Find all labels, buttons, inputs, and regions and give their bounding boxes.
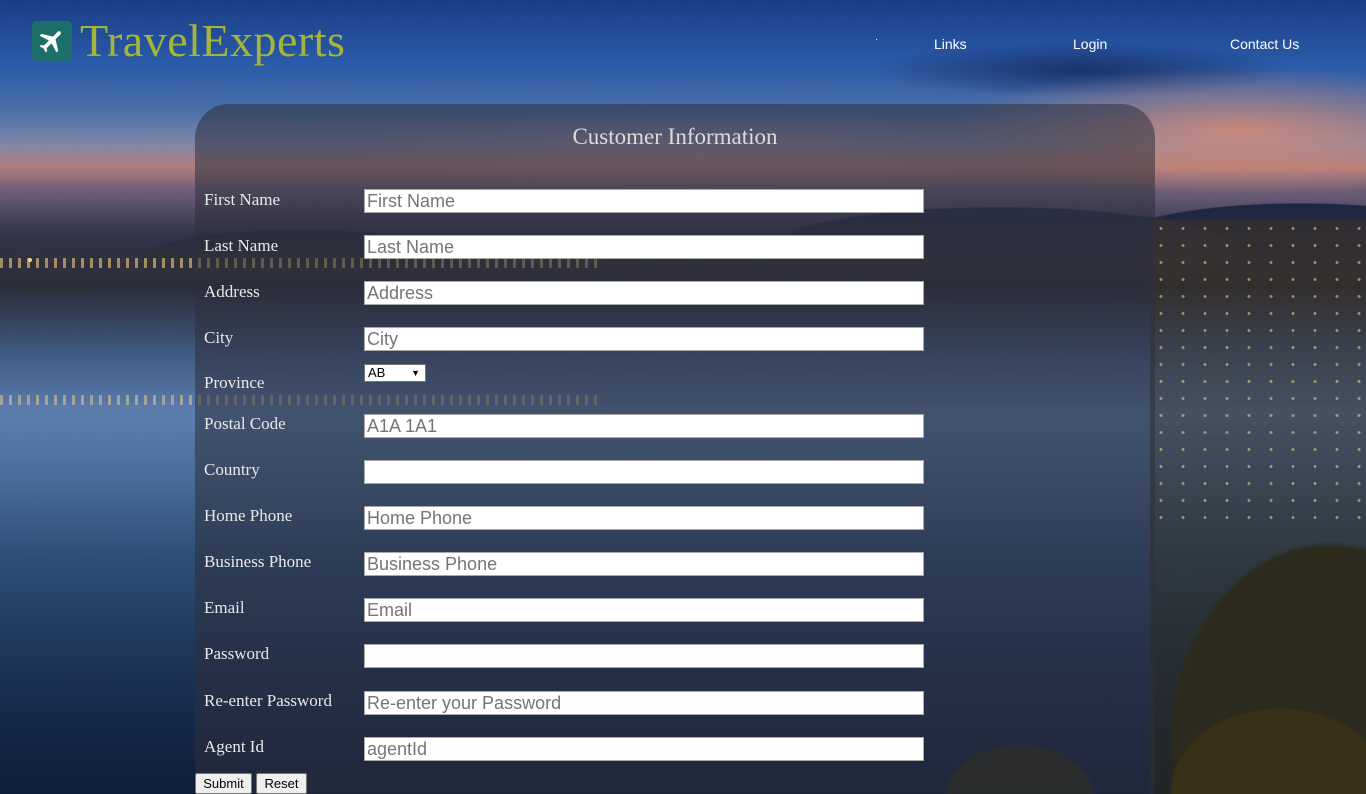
country-input[interactable] [364,460,924,484]
email-label: Email [204,598,245,617]
province-label: Province [204,373,265,392]
reenter-password-input[interactable] [364,691,924,715]
last-name-label: Last Name [204,236,279,255]
nav-login[interactable]: Login [1073,36,1107,52]
reenter-password-label: Re-enter Password [204,691,332,710]
first-name-label: First Name [204,190,281,209]
nav-links[interactable]: Links [934,36,967,52]
postal-code-label: Postal Code [204,414,286,433]
email-input[interactable] [364,598,924,622]
business-phone-input[interactable] [364,552,924,576]
dropdown-arrow-icon: ▼ [411,368,420,378]
agent-id-input[interactable] [364,737,924,761]
country-label: Country [204,460,260,479]
province-selected-value: AB [368,365,386,380]
home-phone-label: Home Phone [204,506,293,525]
submit-button[interactable]: Submit [195,773,252,794]
business-phone-label: Business Phone [204,552,312,571]
nav-contact-us[interactable]: Contact Us [1230,36,1299,52]
address-label: Address [204,282,260,301]
form-title: Customer Information [572,124,778,149]
reset-button[interactable]: Reset [256,773,307,794]
password-input[interactable] [364,644,924,668]
agent-id-label: Agent Id [204,737,264,756]
nav-separator: · [875,34,879,45]
address-input[interactable] [364,281,924,305]
first-name-input[interactable] [364,189,924,213]
last-name-input[interactable] [364,235,924,259]
postal-code-input[interactable] [364,414,924,438]
hill-lights [1150,220,1366,520]
password-label: Password [204,644,270,663]
province-select[interactable]: AB ▼ [364,364,426,382]
top-nav: · Links Login Contact Us [0,34,1366,56]
city-label: City [204,328,234,347]
home-phone-input[interactable] [364,506,924,530]
city-input[interactable] [364,327,924,351]
